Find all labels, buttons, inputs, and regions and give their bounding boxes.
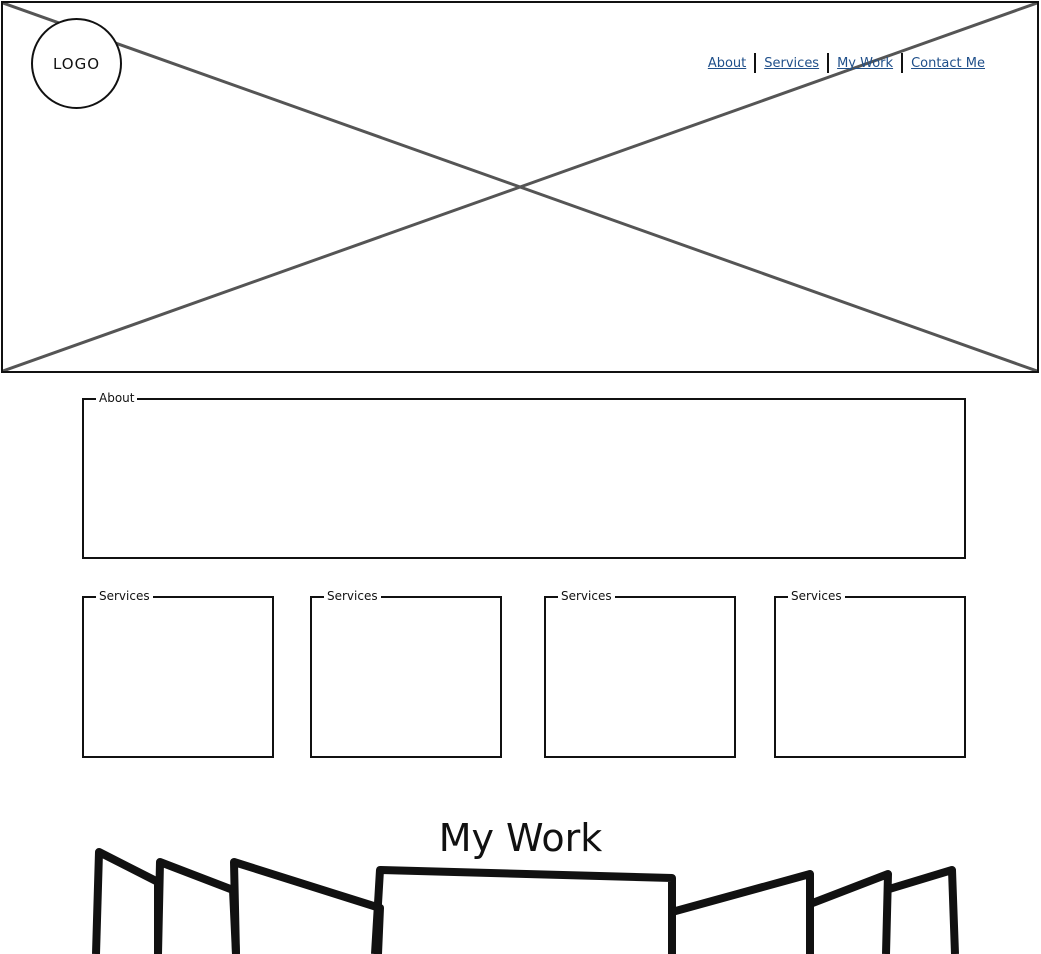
services-legend: Services <box>324 587 381 605</box>
cover-flow-gallery[interactable] <box>0 840 1041 954</box>
services-legend: Services <box>558 587 615 605</box>
services-box-1: Services <box>82 587 274 758</box>
logo-text: LOGO <box>52 54 101 73</box>
cover-flow-item[interactable] <box>670 870 814 954</box>
services-legend: Services <box>96 587 153 605</box>
hero-image-placeholder: LOGO About Services My Work Contact Me <box>1 1 1039 373</box>
services-box-2: Services <box>310 587 502 758</box>
nav-link-contact-me[interactable]: Contact Me <box>903 56 993 71</box>
about-legend: About <box>96 389 138 407</box>
cover-flow-item-featured[interactable] <box>371 866 676 954</box>
about-section: About <box>82 389 966 559</box>
cover-flow-item[interactable] <box>230 858 384 954</box>
nav-link-services[interactable]: Services <box>756 56 827 71</box>
nav-link-my-work[interactable]: My Work <box>829 56 901 71</box>
services-box-4: Services <box>774 587 966 758</box>
cover-flow-item[interactable] <box>884 866 959 954</box>
logo[interactable]: LOGO <box>31 18 122 109</box>
top-nav: About Services My Work Contact Me <box>700 52 993 74</box>
nav-link-about[interactable]: About <box>700 56 754 71</box>
cover-flow-item[interactable] <box>808 870 892 954</box>
cover-flow-item[interactable] <box>154 858 240 954</box>
services-legend: Services <box>788 587 845 605</box>
cover-flow-item[interactable] <box>92 848 162 954</box>
services-box-3: Services <box>544 587 736 758</box>
